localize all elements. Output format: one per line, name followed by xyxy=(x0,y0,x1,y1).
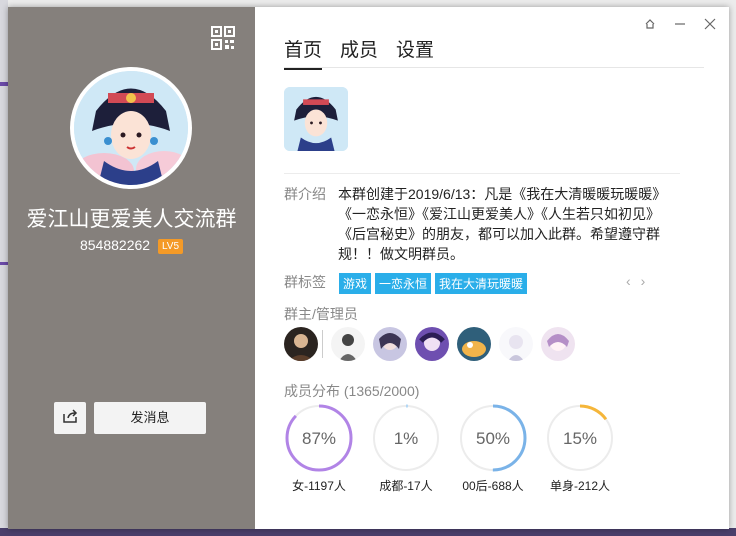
stat-gender[interactable]: 87% 女-1197人 xyxy=(284,403,354,494)
tab-bar: 首页 成员 设置 xyxy=(284,35,434,70)
intro-label: 群介绍 xyxy=(284,186,326,202)
distribution-stats: 87% 女-1197人 1% 成都-17人 50% 00后-688人 15% 单… xyxy=(284,403,632,494)
admin-label: 群主/管理员 xyxy=(284,306,358,322)
tag-item[interactable]: 游戏 xyxy=(339,273,372,294)
send-message-button[interactable]: 发消息 xyxy=(94,402,206,434)
tab-settings[interactable]: 设置 xyxy=(396,35,434,70)
tag-list: 游戏 一恋永恒 我在大清玩暖暖 xyxy=(339,273,528,294)
close-icon[interactable] xyxy=(701,15,719,33)
window-controls xyxy=(641,15,719,33)
group-photo-thumbnail[interactable] xyxy=(284,87,348,151)
stat-caption: 女-1197人 xyxy=(292,479,346,493)
tag-nav: ‹ › xyxy=(626,273,645,289)
admin-avatar[interactable] xyxy=(331,327,365,361)
stat-region[interactable]: 1% 成都-17人 xyxy=(371,403,441,494)
admin-avatar[interactable] xyxy=(541,327,575,361)
stat-ring: 1% xyxy=(372,404,440,472)
tag-item[interactable]: 一恋永恒 xyxy=(375,273,432,294)
owner-avatar[interactable] xyxy=(284,327,318,361)
tab-divider xyxy=(284,67,704,68)
share-icon xyxy=(62,408,78,428)
admin-list xyxy=(284,327,583,361)
background-accent xyxy=(0,262,8,265)
intro-text: 本群创建于2019/6/13：凡是《我在大清暖暖玩暖暖》《一恋永恒》《爱江山更爱… xyxy=(338,186,667,262)
distribution-label: 成员分布 (1365/2000) xyxy=(284,381,419,401)
qr-code-icon[interactable] xyxy=(211,26,235,50)
admin-avatar[interactable] xyxy=(499,327,533,361)
minimize-icon[interactable] xyxy=(671,15,689,33)
admin-avatar[interactable] xyxy=(373,327,407,361)
tag-item[interactable]: 我在大清玩暖暖 xyxy=(435,273,528,294)
group-name: 爱江山更爱美人交流群 xyxy=(26,208,237,231)
admin-avatar[interactable] xyxy=(415,327,449,361)
left-panel: 爱江山更爱美人交流群 854882262 LV5 发消息 xyxy=(8,7,255,529)
group-avatar[interactable] xyxy=(70,67,192,189)
group-id: 854882262 xyxy=(79,237,151,253)
stat-percent: 1% xyxy=(394,429,419,448)
tab-home[interactable]: 首页 xyxy=(284,35,323,70)
tags-label: 群标签 xyxy=(284,274,326,290)
stat-ring: 50% xyxy=(459,404,527,472)
chevron-left-icon[interactable]: ‹ xyxy=(626,273,631,289)
share-button[interactable] xyxy=(54,402,86,434)
stat-percent: 15% xyxy=(563,429,597,448)
group-profile-dialog: 爱江山更爱美人交流群 854882262 LV5 发消息 首页 成员 设置 群介… xyxy=(8,7,729,529)
stat-percent: 87% xyxy=(302,429,336,448)
distribution-counts: (1365/2000) xyxy=(343,383,420,399)
background-accent xyxy=(0,82,8,86)
background-bottom xyxy=(0,528,736,536)
group-id-row: 854882262 LV5 xyxy=(8,237,255,254)
group-avatar-image xyxy=(74,71,188,185)
pin-icon[interactable] xyxy=(641,15,659,33)
tab-members[interactable]: 成员 xyxy=(340,35,378,70)
stat-age[interactable]: 50% 00后-688人 xyxy=(458,403,528,494)
admin-avatar[interactable] xyxy=(457,327,491,361)
stat-ring: 15% xyxy=(546,404,614,472)
stat-caption: 单身-212人 xyxy=(549,479,611,493)
stat-caption: 00后-688人 xyxy=(462,479,524,493)
background-window xyxy=(0,0,8,536)
owner-divider xyxy=(322,330,323,358)
distribution-title: 成员分布 xyxy=(284,383,340,399)
level-badge: LV5 xyxy=(157,239,184,254)
section-divider xyxy=(284,173,680,174)
stat-ring: 87% xyxy=(285,404,353,472)
stat-caption: 成都-17人 xyxy=(379,479,433,493)
stat-single[interactable]: 15% 单身-212人 xyxy=(545,403,615,494)
chevron-right-icon[interactable]: › xyxy=(641,273,646,289)
stat-percent: 50% xyxy=(476,429,510,448)
